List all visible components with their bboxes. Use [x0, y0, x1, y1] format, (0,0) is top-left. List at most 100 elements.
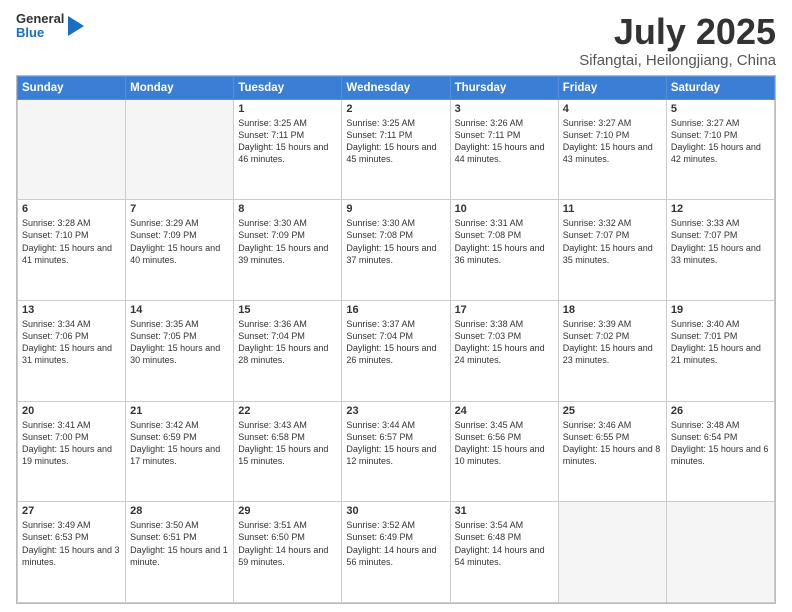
table-row [666, 502, 774, 603]
cell-info: Sunrise: 3:41 AM Sunset: 7:00 PM Dayligh… [22, 419, 121, 468]
table-row: 31 Sunrise: 3:54 AM Sunset: 6:48 PM Dayli… [450, 502, 558, 603]
table-row: 10 Sunrise: 3:31 AM Sunset: 7:08 PM Dayli… [450, 200, 558, 301]
day-number: 16 [346, 304, 445, 316]
col-monday: Monday [126, 76, 234, 99]
table-row [126, 99, 234, 200]
calendar-week-row: 13 Sunrise: 3:34 AM Sunset: 7:06 PM Dayli… [18, 300, 775, 401]
table-row: 28 Sunrise: 3:50 AM Sunset: 6:51 PM Dayli… [126, 502, 234, 603]
calendar-header-row: Sunday Monday Tuesday Wednesday Thursday… [18, 76, 775, 99]
table-row: 27Sunrise: 3:49 AM Sunset: 6:53 PM Dayli… [18, 502, 126, 603]
day-number: 2 [346, 103, 445, 115]
day-number: 25 [563, 405, 662, 417]
day-number: 21 [130, 405, 229, 417]
table-row: 5Sunrise: 3:27 AM Sunset: 7:10 PM Daylig… [666, 99, 774, 200]
table-row: 16 Sunrise: 3:37 AM Sunset: 7:04 PM Dayli… [342, 300, 450, 401]
table-row: 26 Sunrise: 3:48 AM Sunset: 6:54 PM Dayli… [666, 401, 774, 502]
cell-info: Sunrise: 3:32 AM Sunset: 7:07 PM Dayligh… [563, 217, 662, 266]
day-number: 10 [455, 203, 554, 215]
cell-info: Sunrise: 3:25 AM Sunset: 7:11 PM Dayligh… [238, 117, 337, 166]
day-number: 7 [130, 203, 229, 215]
day-number: 4 [563, 103, 662, 115]
table-row: 18 Sunrise: 3:39 AM Sunset: 7:02 PM Dayli… [558, 300, 666, 401]
col-friday: Friday [558, 76, 666, 99]
cell-info: Sunrise: 3:44 AM Sunset: 6:57 PM Dayligh… [346, 419, 445, 468]
day-number: 8 [238, 203, 337, 215]
day-number: 6 [22, 203, 121, 215]
table-row: 19Sunrise: 3:40 AM Sunset: 7:01 PM Dayli… [666, 300, 774, 401]
day-number: 12 [671, 203, 770, 215]
main-title: July 2025 [579, 12, 776, 52]
day-number: 23 [346, 405, 445, 417]
day-number: 29 [238, 505, 337, 517]
cell-info: Sunrise: 3:30 AM Sunset: 7:09 PM Dayligh… [238, 217, 337, 266]
cell-info: Sunrise: 3:28 AM Sunset: 7:10 PM Dayligh… [22, 217, 121, 266]
calendar: Sunday Monday Tuesday Wednesday Thursday… [16, 75, 776, 604]
table-row: 21 Sunrise: 3:42 AM Sunset: 6:59 PM Dayli… [126, 401, 234, 502]
table-row: 11 Sunrise: 3:32 AM Sunset: 7:07 PM Dayli… [558, 200, 666, 301]
table-row: 4 Sunrise: 3:27 AM Sunset: 7:10 PM Daylig… [558, 99, 666, 200]
day-number: 31 [455, 505, 554, 517]
day-number: 20 [22, 405, 121, 417]
table-row: 2 Sunrise: 3:25 AM Sunset: 7:11 PM Daylig… [342, 99, 450, 200]
day-number: 15 [238, 304, 337, 316]
cell-info: Sunrise: 3:54 AM Sunset: 6:48 PM Dayligh… [455, 519, 554, 568]
logo-arrow-icon [68, 16, 84, 36]
day-number: 24 [455, 405, 554, 417]
table-row: 20 Sunrise: 3:41 AM Sunset: 7:00 PM Dayli… [18, 401, 126, 502]
header: General Blue July 2025 Sifangtai, Heilon… [16, 12, 776, 69]
cell-info: Sunrise: 3:38 AM Sunset: 7:03 PM Dayligh… [455, 318, 554, 367]
table-row: 14 Sunrise: 3:35 AM Sunset: 7:05 PM Dayli… [126, 300, 234, 401]
day-number: 18 [563, 304, 662, 316]
cell-info: Sunrise: 3:39 AM Sunset: 7:02 PM Dayligh… [563, 318, 662, 367]
table-row: 6 Sunrise: 3:28 AM Sunset: 7:10 PM Daylig… [18, 200, 126, 301]
table-row: 29 Sunrise: 3:51 AM Sunset: 6:50 PM Dayli… [234, 502, 342, 603]
table-row: 13 Sunrise: 3:34 AM Sunset: 7:06 PM Dayli… [18, 300, 126, 401]
table-row: 12 Sunrise: 3:33 AM Sunset: 7:07 PM Dayli… [666, 200, 774, 301]
table-row: 30 Sunrise: 3:52 AM Sunset: 6:49 PM Dayli… [342, 502, 450, 603]
cell-info: Sunrise: 3:46 AM Sunset: 6:55 PM Dayligh… [563, 419, 662, 468]
table-row: 17Sunrise: 3:38 AM Sunset: 7:03 PM Dayli… [450, 300, 558, 401]
cell-info: Sunrise: 3:34 AM Sunset: 7:06 PM Dayligh… [22, 318, 121, 367]
table-row [18, 99, 126, 200]
cell-info: Sunrise: 3:42 AM Sunset: 6:59 PM Dayligh… [130, 419, 229, 468]
day-number: 27 [22, 505, 121, 517]
table-row: 7Sunrise: 3:29 AM Sunset: 7:09 PM Daylig… [126, 200, 234, 301]
table-row: 3Sunrise: 3:26 AM Sunset: 7:11 PM Daylig… [450, 99, 558, 200]
title-block: July 2025 Sifangtai, Heilongjiang, China [579, 12, 776, 69]
cell-info: Sunrise: 3:40 AM Sunset: 7:01 PM Dayligh… [671, 318, 770, 367]
table-row: 25 Sunrise: 3:46 AM Sunset: 6:55 PM Dayli… [558, 401, 666, 502]
cell-info: Sunrise: 3:45 AM Sunset: 6:56 PM Dayligh… [455, 419, 554, 468]
cell-info: Sunrise: 3:36 AM Sunset: 7:04 PM Dayligh… [238, 318, 337, 367]
cell-info: Sunrise: 3:50 AM Sunset: 6:51 PM Dayligh… [130, 519, 229, 568]
cell-info: Sunrise: 3:31 AM Sunset: 7:08 PM Dayligh… [455, 217, 554, 266]
cell-info: Sunrise: 3:48 AM Sunset: 6:54 PM Dayligh… [671, 419, 770, 468]
cell-info: Sunrise: 3:37 AM Sunset: 7:04 PM Dayligh… [346, 318, 445, 367]
cell-info: Sunrise: 3:27 AM Sunset: 7:10 PM Dayligh… [563, 117, 662, 166]
cell-info: Sunrise: 3:25 AM Sunset: 7:11 PM Dayligh… [346, 117, 445, 166]
table-row: 22Sunrise: 3:43 AM Sunset: 6:58 PM Dayli… [234, 401, 342, 502]
table-row: 9 Sunrise: 3:30 AM Sunset: 7:08 PM Daylig… [342, 200, 450, 301]
calendar-week-row: 1Sunrise: 3:25 AM Sunset: 7:11 PM Daylig… [18, 99, 775, 200]
cell-info: Sunrise: 3:52 AM Sunset: 6:49 PM Dayligh… [346, 519, 445, 568]
table-row: 23 Sunrise: 3:44 AM Sunset: 6:57 PM Dayli… [342, 401, 450, 502]
day-number: 28 [130, 505, 229, 517]
cell-info: Sunrise: 3:30 AM Sunset: 7:08 PM Dayligh… [346, 217, 445, 266]
col-tuesday: Tuesday [234, 76, 342, 99]
col-saturday: Saturday [666, 76, 774, 99]
calendar-week-row: 20 Sunrise: 3:41 AM Sunset: 7:00 PM Dayli… [18, 401, 775, 502]
day-number: 30 [346, 505, 445, 517]
cell-info: Sunrise: 3:51 AM Sunset: 6:50 PM Dayligh… [238, 519, 337, 568]
cell-info: Sunrise: 3:33 AM Sunset: 7:07 PM Dayligh… [671, 217, 770, 266]
col-thursday: Thursday [450, 76, 558, 99]
page: General Blue July 2025 Sifangtai, Heilon… [0, 0, 792, 612]
col-sunday: Sunday [18, 76, 126, 99]
day-number: 14 [130, 304, 229, 316]
cell-info: Sunrise: 3:26 AM Sunset: 7:11 PM Dayligh… [455, 117, 554, 166]
table-row: 24 Sunrise: 3:45 AM Sunset: 6:56 PM Dayli… [450, 401, 558, 502]
day-number: 9 [346, 203, 445, 215]
day-number: 26 [671, 405, 770, 417]
day-number: 13 [22, 304, 121, 316]
cell-info: Sunrise: 3:35 AM Sunset: 7:05 PM Dayligh… [130, 318, 229, 367]
cell-info: Sunrise: 3:27 AM Sunset: 7:10 PM Dayligh… [671, 117, 770, 166]
day-number: 11 [563, 203, 662, 215]
